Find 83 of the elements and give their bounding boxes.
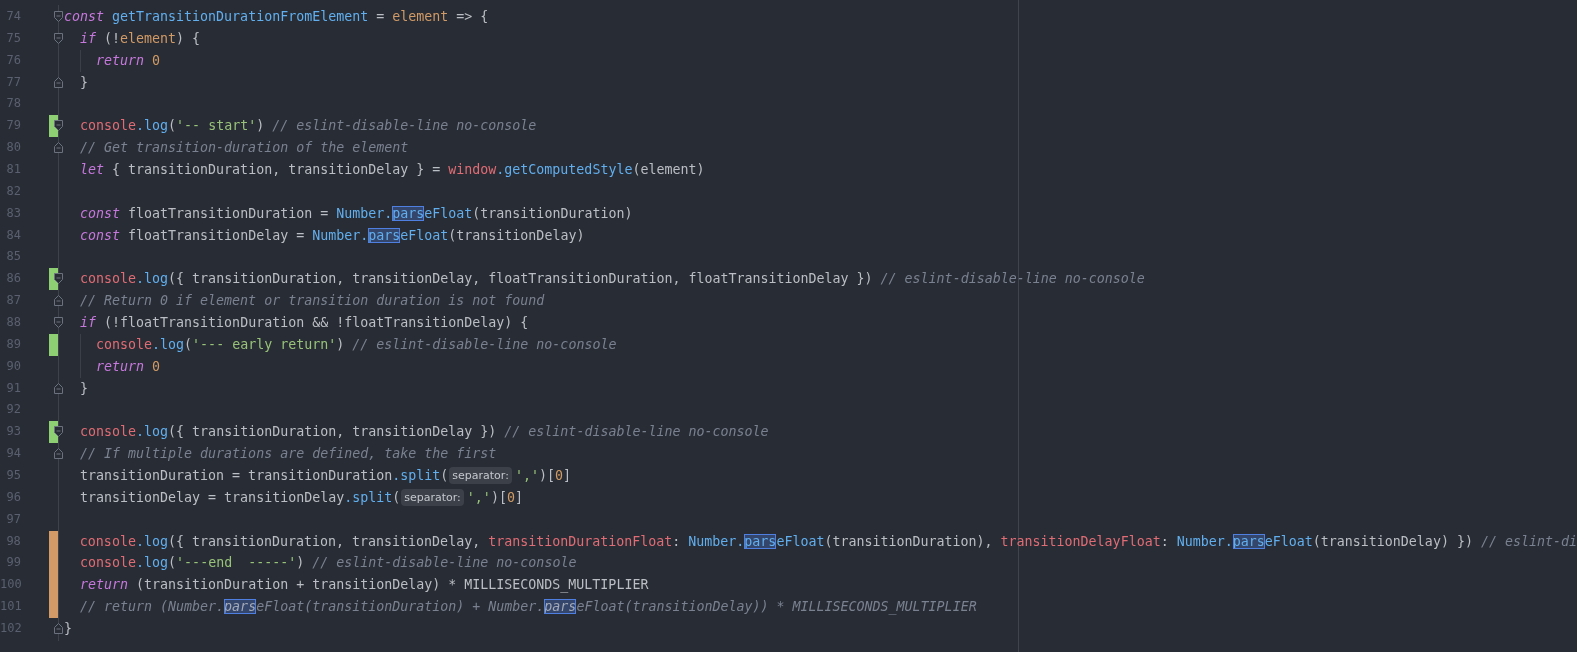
- code-text: ',')[0]: [466, 489, 523, 505]
- code-text: // Get transition-duration of the element: [79, 140, 409, 156]
- fold-marker-icon[interactable]: [54, 382, 63, 394]
- search-match: pars: [744, 533, 777, 549]
- line-number: 100: [0, 576, 21, 594]
- line-number: 77: [5, 73, 21, 91]
- code-text: const getTransitionDurationFromElement = element => {: [64, 9, 489, 24]
- fold-marker-icon[interactable]: [54, 623, 63, 635]
- code-text: console.log({ transitionDuration, transitionDelay, floatTransitionDuration, floatTransitionDelay }) // eslint-disable-line no-console: [79, 271, 1145, 287]
- fold-marker-icon[interactable]: [54, 32, 63, 44]
- code-text: console.log('--- early return') // eslint-disable-line no-console: [95, 336, 617, 352]
- inlay-hint: separator:: [401, 488, 464, 506]
- line-number: 98: [5, 532, 21, 550]
- code-text: transitionDelay = transitionDelay.split(: [79, 489, 401, 505]
- line-number: 78: [5, 95, 21, 113]
- code-text: console.log('-- start') // eslint-disable-line no-console: [79, 118, 537, 134]
- fold-marker-icon[interactable]: [54, 273, 63, 285]
- line-number: 102: [0, 620, 21, 638]
- code-text: return 0: [95, 52, 161, 68]
- fold-marker-icon[interactable]: [54, 448, 63, 460]
- line-number: 101: [0, 598, 21, 616]
- code-text: eFloat(transitionDelay) }) // eslint-di: [1264, 533, 1577, 549]
- change-marker[interactable]: [49, 596, 58, 619]
- code-text: const floatTransitionDuration = Number.: [79, 205, 393, 221]
- line-number: 80: [5, 139, 21, 157]
- code-text: return (transitionDuration + transitionDelay) * MILLISECONDS_MULTIPLIER: [79, 577, 649, 593]
- line-number: 89: [5, 335, 21, 353]
- search-match: pars: [392, 205, 425, 221]
- fold-marker-icon[interactable]: [54, 426, 63, 438]
- code-text: eFloat(transitionDuration): [424, 205, 633, 221]
- line-number: 79: [5, 117, 21, 135]
- line-number: 81: [5, 161, 21, 178]
- line-number: 87: [5, 292, 21, 310]
- search-match: pars: [224, 599, 257, 615]
- line-number: 84: [5, 226, 21, 244]
- code-text: eFloat(transitionDuration) + Number.: [256, 599, 545, 615]
- code-text: // Return 0 if element or transition duration is not found: [79, 293, 545, 309]
- code-text: if (!floatTransitionDuration && !floatTransitionDelay) {: [79, 315, 529, 331]
- code-text: transitionDuration = transitionDuration.split(: [79, 468, 449, 484]
- code-text: // return (Number.: [79, 599, 225, 615]
- line-number: 74: [5, 8, 21, 25]
- fold-marker-icon[interactable]: [54, 11, 63, 22]
- line-number: 97: [5, 510, 21, 528]
- change-marker[interactable]: [49, 333, 58, 356]
- code-text: console.log('---end -----') // eslint-disable-line no-console: [79, 555, 577, 571]
- line-number: 88: [5, 314, 21, 332]
- code-text: console.log({ transitionDuration, transitionDelay }) // eslint-disable-line no-console: [79, 424, 769, 440]
- code-text: // If multiple durations are defined, take the first: [79, 446, 497, 462]
- fold-marker-icon[interactable]: [54, 295, 63, 307]
- fold-marker-icon[interactable]: [54, 120, 63, 132]
- code-text: eFloat(transitionDelay)) * MILLISECONDS_MULTIPLIER: [576, 599, 977, 615]
- change-marker[interactable]: [48, 530, 58, 553]
- line-number: 95: [5, 467, 21, 485]
- line-number: 94: [5, 445, 21, 463]
- line-number: 75: [5, 29, 21, 47]
- line-number: 92: [5, 401, 21, 419]
- line-number: 86: [5, 270, 21, 288]
- code-text: console.log({ transitionDuration, transitionDelay, transitionDurationFloat: Number.: [78, 533, 745, 549]
- code-text: if (!element) {: [79, 30, 201, 46]
- code-text: eFloat(transitionDuration), transitionDelayFloat: Number.: [776, 533, 1233, 549]
- fold-marker-icon[interactable]: [54, 76, 63, 88]
- line-number: 85: [5, 248, 21, 266]
- code-text: }: [79, 380, 89, 396]
- line-number: 93: [5, 423, 21, 441]
- line-number: 90: [5, 357, 21, 375]
- code-text: let { transitionDuration, transitionDelay } = window.getComputedStyle(element): [79, 162, 705, 177]
- code-text: eFloat(transitionDelay): [400, 227, 585, 243]
- line-number: 83: [5, 204, 21, 222]
- line-number: 99: [5, 554, 21, 572]
- code-text: const floatTransitionDelay = Number.: [79, 227, 369, 243]
- fold-marker-icon[interactable]: [54, 317, 63, 329]
- code-text: ',')[0]: [514, 468, 571, 484]
- search-match: pars: [544, 599, 577, 615]
- search-match: pars: [368, 227, 401, 243]
- line-number: 91: [5, 379, 21, 397]
- code-text: }: [79, 74, 89, 90]
- line-number: 82: [5, 182, 21, 200]
- inlay-hint: separator:: [449, 467, 512, 485]
- line-number: 96: [5, 488, 21, 506]
- line-number: 76: [5, 51, 21, 69]
- code-text: return 0: [95, 358, 161, 374]
- fold-marker-icon[interactable]: [54, 142, 63, 154]
- code-text: }: [64, 621, 72, 637]
